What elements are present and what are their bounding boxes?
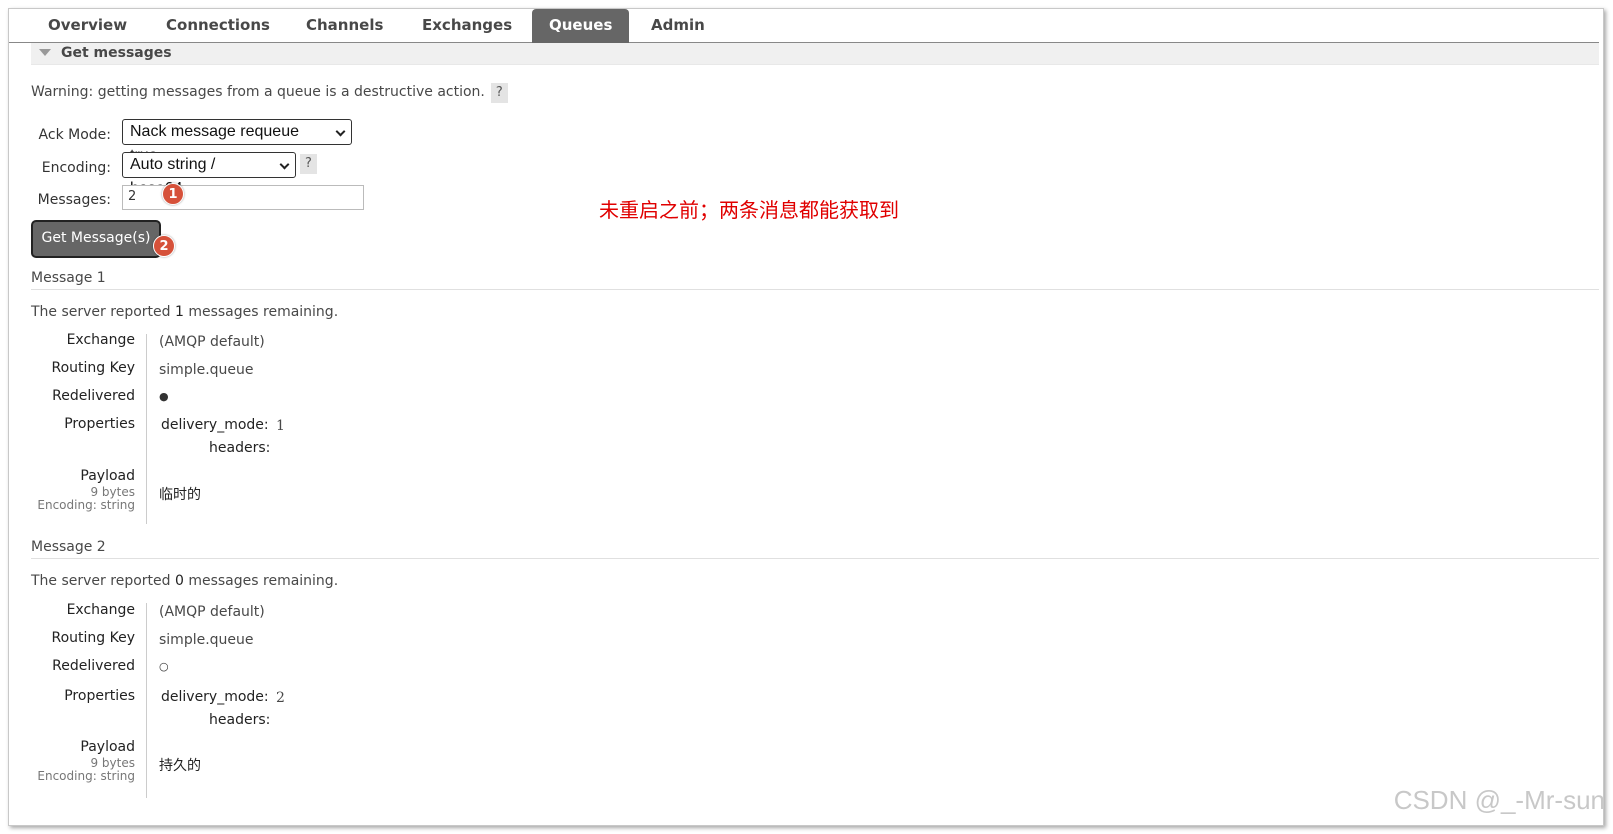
headers-key: headers: (209, 440, 271, 456)
payload-encoding: Encoding: string (37, 769, 135, 783)
collapse-triangle-icon[interactable] (39, 49, 51, 56)
nav-tabs: Overview Connections Channels Exchanges … (9, 9, 1599, 43)
delivery-mode-key: delivery_mode: (161, 689, 269, 705)
tab-connections[interactable]: Connections (149, 9, 287, 43)
exchange-value: (AMQP default) (159, 334, 265, 350)
exchange-value: (AMQP default) (159, 604, 265, 620)
watermark-text: CSDN @_-Mr-sun (1393, 785, 1605, 815)
section-get-messages[interactable]: Get messages (31, 43, 1599, 65)
routing-key-label: Routing Key (51, 360, 135, 376)
message-2-divider (146, 603, 147, 798)
messages-count-input[interactable]: 2 (122, 185, 364, 210)
ack-mode-label: Ack Mode: (38, 127, 111, 143)
properties-label: Properties (64, 688, 135, 704)
help-button[interactable]: ? (490, 83, 508, 103)
encoding-label: Encoding: (41, 160, 111, 176)
encoding-help-button[interactable]: ? (300, 154, 317, 174)
routing-key-value: simple.queue (159, 632, 254, 648)
annotation-text: 未重启之前；两条消息都能获取到 (599, 198, 899, 222)
properties-label: Properties (64, 416, 135, 432)
exchange-label: Exchange (66, 332, 135, 348)
delivery-mode-value: 1 (276, 418, 285, 434)
routing-key-value: simple.queue (159, 362, 254, 378)
tab-overview[interactable]: Overview (31, 9, 144, 43)
message-2-heading: Message 2 (31, 539, 1599, 559)
tab-channels[interactable]: Channels (289, 9, 400, 43)
delivery-mode-value: 2 (276, 690, 285, 706)
step-badge-1: 1 (162, 183, 184, 205)
step-badge-2: 2 (153, 235, 175, 257)
headers-key: headers: (209, 712, 271, 728)
get-messages-button[interactable]: Get Message(s) (31, 220, 161, 258)
routing-key-label: Routing Key (51, 630, 135, 646)
delivery-mode-key: delivery_mode: (161, 417, 269, 433)
encoding-select[interactable]: Auto string / base64 (122, 152, 296, 197)
payload-size: 9 bytes (90, 756, 135, 770)
messages-label: Messages: (37, 192, 111, 208)
tab-admin[interactable]: Admin (634, 9, 722, 43)
app-frame: Overview Connections Channels Exchanges … (8, 8, 1604, 826)
chevron-down-icon (279, 159, 290, 170)
message-1-remaining: The server reported 1 messages remaining… (31, 304, 339, 320)
payload-label: Payload (80, 468, 135, 484)
exchange-label: Exchange (66, 602, 135, 618)
payload-label: Payload (80, 739, 135, 755)
message-2-remaining: The server reported 0 messages remaining… (31, 573, 339, 589)
message-1-divider (146, 334, 147, 524)
section-title: Get messages (61, 45, 172, 61)
chevron-down-icon (335, 126, 346, 137)
tab-queues[interactable]: Queues (532, 9, 630, 43)
redelivered-filled-icon: ● (159, 390, 169, 403)
redelivered-label: Redelivered (52, 658, 135, 674)
redelivered-label: Redelivered (52, 388, 135, 404)
redelivered-empty-icon: ○ (159, 660, 169, 673)
ack-mode-select[interactable]: Nack message requeue true (122, 119, 352, 164)
warning-text: Warning: getting messages from a queue i… (31, 83, 508, 103)
payload-value: 持久的 (159, 758, 201, 774)
payload-size: 9 bytes (90, 485, 135, 499)
payload-value: 临时的 (159, 487, 201, 503)
tab-exchanges[interactable]: Exchanges (405, 9, 529, 43)
message-1-heading: Message 1 (31, 270, 1599, 290)
payload-encoding: Encoding: string (37, 498, 135, 512)
